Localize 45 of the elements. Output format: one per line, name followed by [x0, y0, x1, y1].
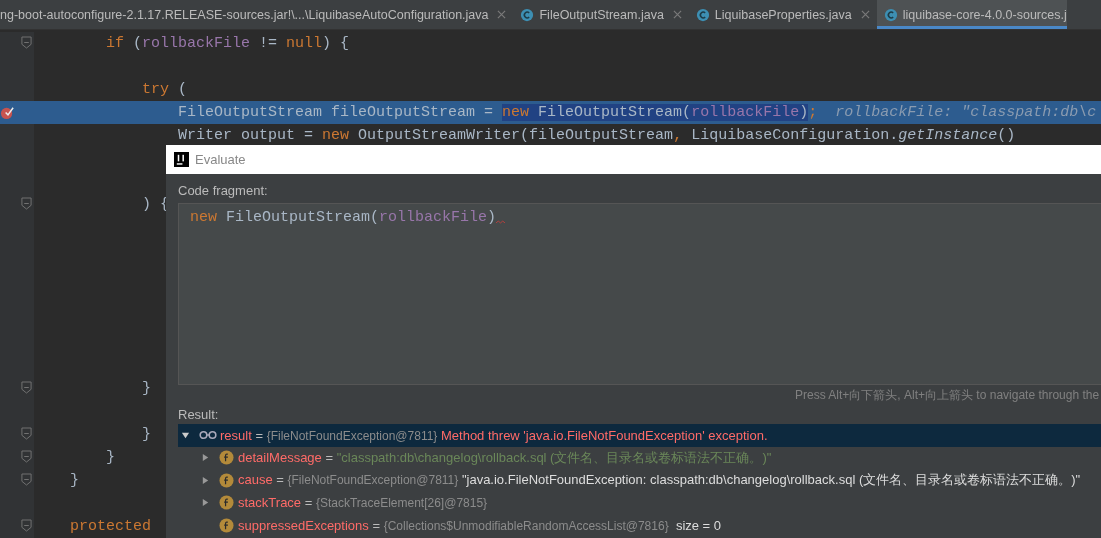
- result-tree-row[interactable]: result = {FileNotFoundException@7811} Method threw 'java.io.FileNotFoundException' exception.: [178, 424, 1101, 447]
- fold-marker-icon[interactable]: [21, 381, 32, 394]
- code-line: protected: [69, 518, 152, 535]
- result-tree-row[interactable]: detailMessage = "classpath:db\changelog\rollback.sql (文件名、目录名或卷标语法不正确。)": [178, 446, 1101, 469]
- result-label: Result:: [178, 407, 219, 422]
- collapsed-arrow-icon[interactable]: [201, 498, 210, 508]
- result-tree-row[interactable]: cause = {FileNotFoundException@7811} "java.io.FileNotFoundException: classpath:db\changelog\rollback.sql (文件名、目录名或卷标语法不正确。)": [178, 469, 1101, 492]
- collapsed-arrow-icon[interactable]: [201, 453, 210, 463]
- fold-marker-icon[interactable]: [21, 427, 32, 440]
- code-line: if (rollbackFile != null) {: [105, 35, 350, 52]
- code-line: }: [105, 449, 115, 466]
- code-fragment-text: new FileOutputStream(rollbackFile): [190, 209, 497, 226]
- fold-marker-icon[interactable]: [21, 450, 32, 463]
- code-fragment-label: Code fragment:: [178, 183, 268, 198]
- expanded-arrow-icon[interactable]: [181, 430, 190, 440]
- code-line: }: [141, 380, 152, 397]
- fold-marker-icon[interactable]: [21, 519, 32, 532]
- glasses-icon: [199, 430, 217, 441]
- result-tree-row[interactable]: stackTrace = {StackTraceElement[26]@7815}: [178, 491, 1101, 514]
- editor-tab[interactable]: FileOutputStream.java: [513, 0, 689, 29]
- code-line: }: [141, 426, 152, 443]
- code-line: Writer output = new OutputStreamWriter(fileOutputStream, LiquibaseConfiguration.getInstance(): [177, 127, 1016, 144]
- fold-marker-icon[interactable]: [21, 473, 32, 486]
- breakpoint-icon[interactable]: [0, 105, 15, 120]
- close-icon[interactable]: [672, 10, 682, 19]
- field-icon: [219, 450, 234, 466]
- fold-marker-icon[interactable]: [21, 36, 32, 49]
- collapsed-arrow-icon[interactable]: [201, 475, 210, 485]
- field-icon: [219, 495, 234, 511]
- close-icon[interactable]: [497, 10, 507, 19]
- app-logo-icon: [174, 152, 189, 167]
- dialog-title: Evaluate: [195, 152, 246, 167]
- editor-tab[interactable]: liquibase-core-4.0.0-sources.j: [876, 0, 1067, 29]
- editor-tab[interactable]: ng-boot-autoconfigure-2.1.17.RELEASE-sources.jar!\...\LiquibaseAutoConfiguration.java: [0, 0, 514, 29]
- fold-marker-icon[interactable]: [21, 197, 32, 210]
- code-fragment-field[interactable]: new FileOutputStream(rollbackFile): [178, 203, 1101, 385]
- inline-value-hint: rollbackFile: "classpath:db\c: [835, 104, 1097, 121]
- code-line: FileOutputStream fileOutputStream = new FileOutputStream(rollbackFile);: [177, 104, 818, 121]
- field-icon: [219, 517, 234, 533]
- editor-tab[interactable]: LiquibaseProperties.java: [688, 0, 877, 29]
- field-icon: [219, 472, 234, 488]
- code-line: }: [69, 472, 79, 489]
- close-icon[interactable]: [860, 10, 870, 19]
- code-line: try (: [141, 81, 188, 98]
- result-tree-row[interactable]: suppressedExceptions = {Collections$UnmodifiableRandomAccessList@7816} size = 0: [178, 514, 1101, 537]
